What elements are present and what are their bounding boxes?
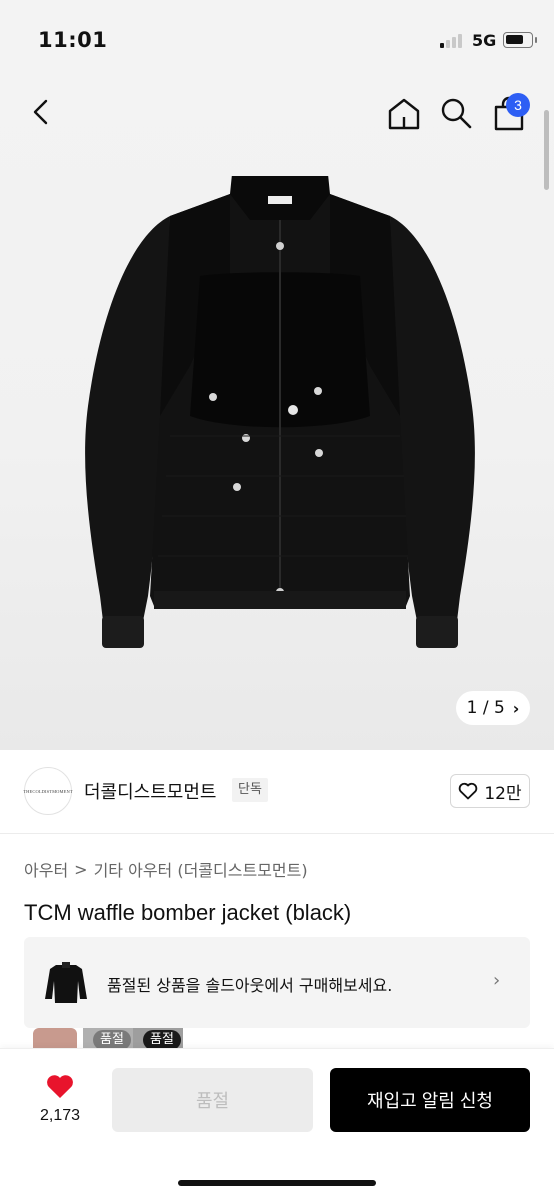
wish-button[interactable]: 2,173: [30, 1071, 90, 1131]
search-icon[interactable]: [439, 96, 473, 130]
variant-soldout-tag: 품절: [143, 1030, 181, 1048]
brand-name[interactable]: 더콜디스트모먼트: [84, 778, 216, 804]
chevron-right-icon: ›: [493, 970, 501, 991]
product-title: TCM waffle bomber jacket (black): [24, 900, 352, 925]
variant-thumbnail[interactable]: 품절: [133, 1028, 183, 1048]
cart-count-badge: 3: [506, 93, 530, 117]
brand-like-button[interactable]: 12만: [450, 774, 530, 808]
soldout-thumbnail: [45, 962, 87, 1003]
brand-logo[interactable]: THECOLDISTMOMENT: [23, 767, 73, 815]
variant-thumbnail[interactable]: 품절: [83, 1028, 133, 1048]
product-image[interactable]: [70, 176, 490, 676]
breadcrumb-separator: >: [74, 859, 88, 879]
seller-row: THECOLDISTMOMENT 더콜디스트모먼트 단독 12만: [0, 750, 554, 834]
exclusive-badge: 단독: [232, 778, 268, 802]
soldout-banner[interactable]: 품절된 상품을 솔드아웃에서 구매해보세요. ›: [24, 937, 530, 1028]
scrollbar[interactable]: [544, 110, 549, 190]
restock-alert-button[interactable]: 재입고 알림 신청: [330, 1068, 530, 1132]
signal-icon: [440, 34, 462, 48]
top-nav: 3: [0, 80, 554, 146]
network-label: 5G: [472, 31, 497, 50]
variant-thumbnail[interactable]: [33, 1028, 77, 1048]
variant-list: 품절 품절: [33, 1028, 183, 1048]
back-icon[interactable]: [26, 96, 58, 128]
breadcrumb: 아우터 > 기타 아우터 (더콜디스트모먼트): [24, 857, 308, 881]
chevron-right-icon: ›: [512, 698, 520, 718]
status-bar: 11:01 5G: [0, 0, 554, 80]
status-time: 11:01: [38, 28, 108, 52]
brand-logo-text: THECOLDISTMOMENT: [23, 788, 73, 794]
battery-icon: [503, 32, 537, 48]
product-gallery[interactable]: 3 1 / 5 ›: [0, 80, 554, 750]
breadcrumb-category[interactable]: 아우터: [24, 857, 68, 881]
heart-outline-icon: [459, 782, 478, 800]
breadcrumb-subcategory[interactable]: 기타 아우터 (더콜디스트모먼트): [94, 857, 308, 881]
variant-soldout-tag: 품절: [93, 1030, 131, 1048]
heart-filled-icon: [47, 1075, 73, 1098]
image-counter-label: 1 / 5: [466, 698, 505, 718]
home-icon[interactable]: [386, 96, 422, 132]
home-indicator: [178, 1180, 376, 1186]
soldout-banner-text: 품절된 상품을 솔드아웃에서 구매해보세요.: [107, 976, 393, 995]
image-counter[interactable]: 1 / 5 ›: [456, 691, 530, 725]
brand-like-count: 12만: [484, 783, 522, 804]
soldout-button: 품절: [112, 1068, 313, 1132]
wish-count: 2,173: [39, 1107, 81, 1124]
bottom-action-bar: 2,173 품절 재입고 알림 신청: [0, 1048, 554, 1200]
